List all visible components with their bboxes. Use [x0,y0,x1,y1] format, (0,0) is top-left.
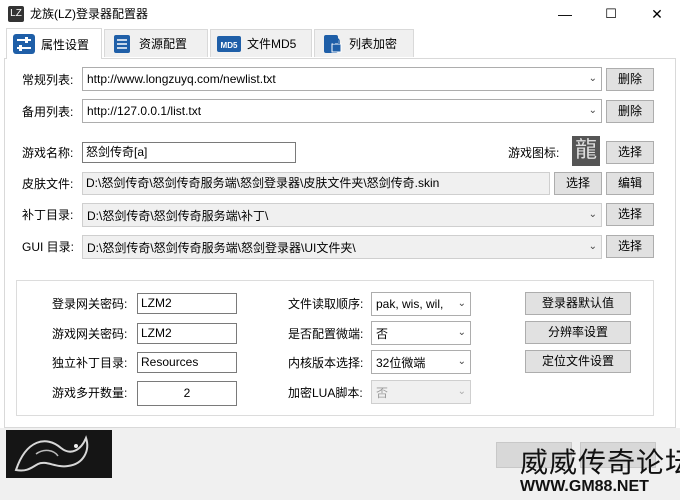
lock-file-icon [321,34,343,54]
select-game-icon-button[interactable]: 选择 [606,141,654,164]
delete-backup-list-button[interactable]: 删除 [606,100,654,123]
micro-client-label: 是否配置微端: [288,327,364,341]
chevron-down-icon: ⌄ [457,327,466,338]
file-read-order-value: pak, wis, wil, [376,297,444,311]
independent-patch-dir-input[interactable]: Resources [137,352,237,373]
minimize-button[interactable]: — [542,0,588,28]
tab-file-md5[interactable]: MD5 文件MD5 [210,29,312,57]
delete-normal-list-button[interactable]: 删除 [606,68,654,91]
backup-list-combo[interactable]: http://127.0.0.1/list.txt ⌄ [82,99,602,123]
skin-file-input[interactable]: D:\怒剑传奇\怒剑传奇服务端\怒剑登录器\皮肤文件夹\怒剑传奇.skin [82,172,550,195]
normal-list-value: http://www.longzuyq.com/newlist.txt [87,72,276,86]
micro-client-value: 否 [376,326,389,341]
backup-list-label: 备用列表: [22,105,74,119]
multi-open-count-label: 游戏多开数量: [52,386,128,400]
tab-label: 资源配置 [139,37,188,51]
chevron-down-icon: ⌄ [588,241,597,252]
chevron-down-icon: ⌄ [457,356,466,367]
game-gateway-password-input[interactable]: LZM2 [137,323,237,344]
file-read-order-label: 文件读取顺序: [288,297,364,311]
game-gateway-password-label: 游戏网关密码: [52,327,128,341]
login-gateway-password-input[interactable]: LZM2 [137,293,237,314]
tab-label: 列表加密 [349,37,398,51]
gui-dir-combo[interactable]: D:\怒剑传奇\怒剑传奇服务端\怒剑登录器\UI文件夹\ ⌄ [82,235,602,259]
independent-patch-dir-label: 独立补丁目录: [52,356,128,370]
tab-properties[interactable]: 属性设置 [6,28,102,59]
patch-dir-combo[interactable]: D:\怒剑传奇\怒剑传奇服务端\补丁\ ⌄ [82,203,602,227]
dragon-logo [6,430,112,478]
kernel-version-label: 内核版本选择: [288,356,364,370]
game-name-input[interactable]: 怒剑传奇[a] [82,142,296,163]
skin-file-label: 皮肤文件: [22,177,74,191]
chevron-down-icon: ⌄ [457,298,466,309]
chevron-down-icon: ⌄ [457,386,466,397]
resolution-settings-button[interactable]: 分辨率设置 [525,321,631,344]
kernel-version-combo[interactable]: 32位微端 ⌄ [371,350,471,374]
select-patch-dir-button[interactable]: 选择 [606,203,654,226]
tab-list-encrypt[interactable]: 列表加密 [314,29,414,57]
game-icon-label: 游戏图标: [508,146,560,160]
watermark-url: WWW.GM88.NET [520,478,649,495]
tab-resources[interactable]: 资源配置 [104,29,208,57]
normal-list-combo[interactable]: http://www.longzuyq.com/newlist.txt ⌄ [82,67,602,91]
patch-dir-value: D:\怒剑传奇\怒剑传奇服务端\补丁\ [87,208,269,223]
chevron-down-icon: ⌄ [588,105,597,116]
select-skin-button[interactable]: 选择 [554,172,602,195]
encrypt-lua-label: 加密LUA脚本: [288,386,363,400]
patch-dir-label: 补丁目录: [22,208,74,222]
tab-label: 属性设置 [41,37,90,52]
launcher-defaults-button[interactable]: 登录器默认值 [525,292,631,315]
window-title: 龙族(LZ)登录器配置器 [30,7,148,21]
tab-label: 文件MD5 [247,37,297,51]
normal-list-label: 常规列表: [22,73,74,87]
file-read-order-combo[interactable]: pak, wis, wil, ⌄ [371,292,471,316]
watermark-text: 威威传奇论坛 [520,446,680,479]
select-gui-dir-button[interactable]: 选择 [606,235,654,258]
maximize-button[interactable]: ☐ [588,0,634,28]
game-name-label: 游戏名称: [22,146,74,160]
edit-skin-button[interactable]: 编辑 [606,172,654,195]
app-icon: LZ [8,6,24,22]
login-gateway-password-label: 登录网关密码: [52,297,128,311]
kernel-version-value: 32位微端 [376,355,426,370]
game-icon-preview: 龍 [572,136,600,166]
gui-dir-value: D:\怒剑传奇\怒剑传奇服务端\怒剑登录器\UI文件夹\ [87,240,356,255]
database-icon [111,34,133,54]
sliders-icon [13,34,35,54]
locate-file-settings-button[interactable]: 定位文件设置 [525,350,631,373]
encrypt-lua-value: 否 [376,385,389,400]
chevron-down-icon: ⌄ [588,209,597,220]
encrypt-lua-combo[interactable]: 否 ⌄ [371,380,471,404]
md5-icon: MD5 [217,34,241,54]
multi-open-count-input[interactable]: 2 [137,381,237,406]
gui-dir-label: GUI 目录: [22,240,75,254]
close-button[interactable]: ✕ [634,0,680,28]
micro-client-combo[interactable]: 否 ⌄ [371,321,471,345]
chevron-down-icon: ⌄ [588,73,597,84]
svg-text:MD5: MD5 [221,41,238,50]
backup-list-value: http://127.0.0.1/list.txt [87,104,202,118]
